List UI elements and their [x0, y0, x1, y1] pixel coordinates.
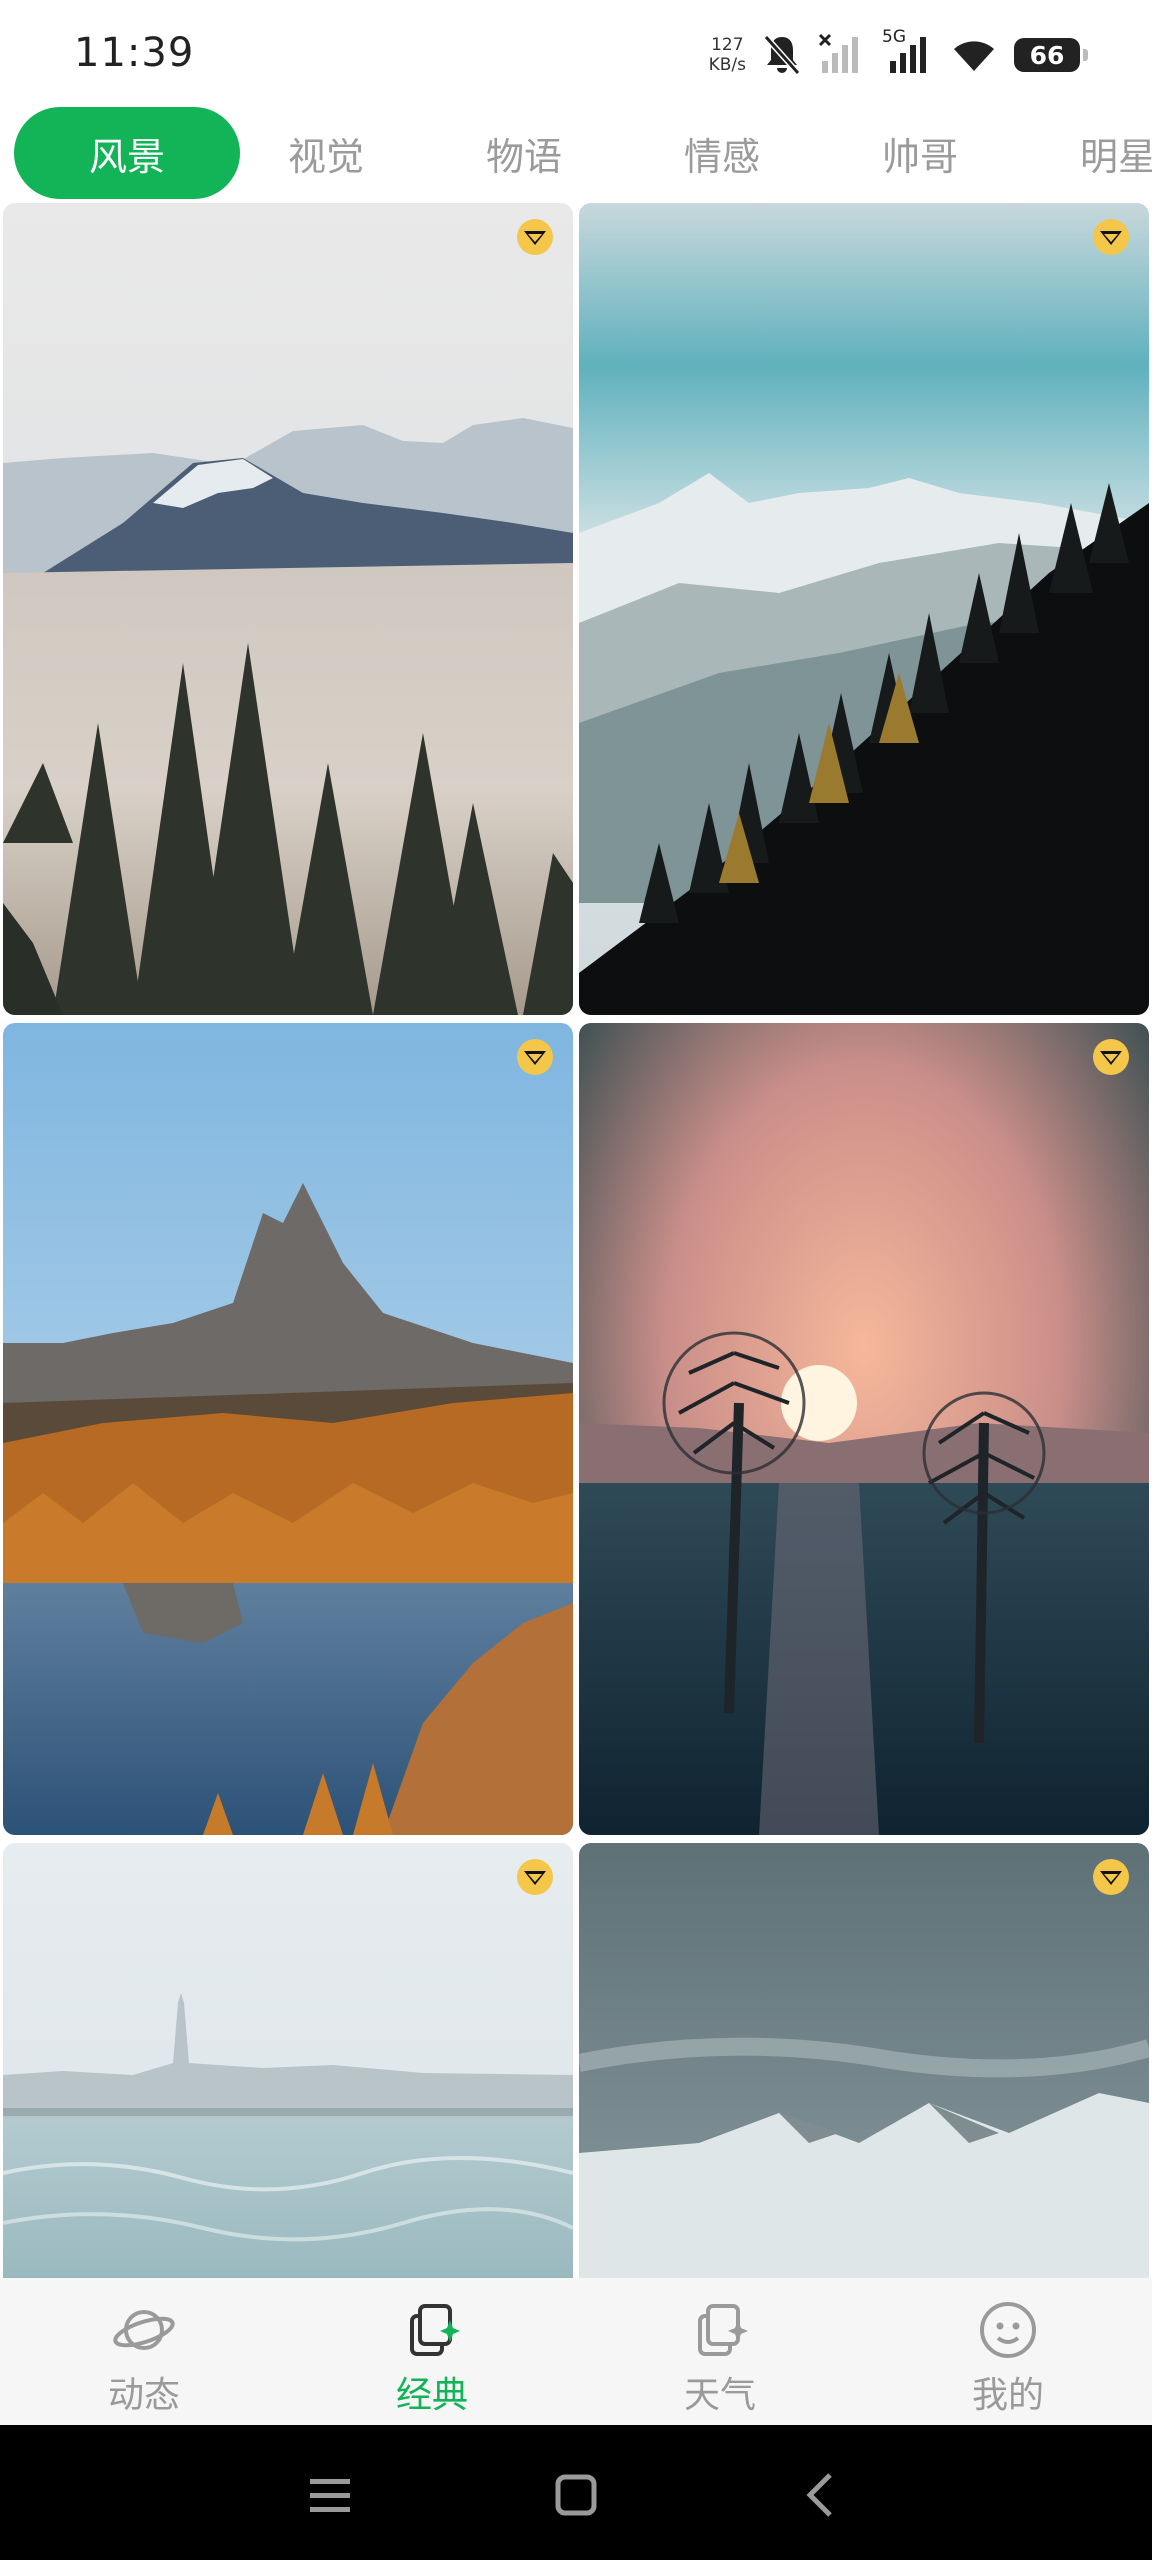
tab-emotion[interactable]: 情感	[642, 107, 802, 199]
home-icon[interactable]	[546, 2465, 606, 2525]
tab-celebrity[interactable]: 明星	[1056, 107, 1152, 199]
misty-coast-tower-image	[3, 1843, 573, 2278]
smiley-face-icon	[980, 2302, 1036, 2358]
signal-no-sim-icon	[818, 33, 858, 73]
wifi-icon	[954, 41, 994, 71]
cloudy-sky-snowpeaks-image	[579, 1843, 1149, 2278]
wallpaper-card[interactable]	[3, 1843, 573, 2278]
cards-sparkle-icon	[698, 2304, 748, 2356]
nav-label: 天气	[683, 2375, 756, 2416]
sunset-sea-trees-image	[579, 1023, 1149, 1835]
vip-diamond-icon	[517, 219, 553, 255]
back-icon[interactable]	[792, 2465, 852, 2525]
vip-diamond-icon	[517, 1039, 553, 1075]
nav-item-classic[interactable]: 经典	[288, 2278, 576, 2425]
category-tabs: 风景 视觉 物语 情感 帅哥 明星	[0, 105, 1152, 201]
menu-icon[interactable]	[300, 2465, 360, 2525]
net-speed-value: 127	[711, 35, 744, 55]
vip-diamond-icon	[1093, 219, 1129, 255]
nav-label: 经典	[395, 2375, 468, 2416]
nav-label: 动态	[107, 2375, 180, 2416]
signal-5g: 5G	[882, 27, 934, 77]
nav-item-weather[interactable]: 天气	[576, 2278, 864, 2425]
snowy-mountain-slope-image	[579, 203, 1149, 1015]
mountain-clouds-pines-image	[3, 203, 573, 1015]
tab-handsome[interactable]: 帅哥	[840, 107, 1000, 199]
status-bar: 11:39 127 KB/s 5G 66	[0, 0, 1152, 105]
wallpaper-card[interactable]	[3, 203, 573, 1015]
autumn-lake-peak-image	[3, 1023, 573, 1835]
vip-diamond-icon	[517, 1859, 553, 1895]
net-speed-unit: KB/s	[708, 55, 746, 75]
bottom-navigation: 动态 经典 天气 我的	[0, 2278, 1152, 2425]
system-navigation-bar	[0, 2425, 1152, 2560]
cards-sparkle-icon	[410, 2304, 460, 2356]
tab-landscape[interactable]: 风景	[14, 107, 240, 199]
app-screen: 11:39 127 KB/s 5G 66 风景 视觉 物语 情感 帅哥 明星 动…	[0, 0, 1152, 2560]
tab-story[interactable]: 物语	[444, 107, 604, 199]
nav-item-dynamic[interactable]: 动态	[0, 2278, 288, 2425]
wallpaper-grid	[0, 203, 1152, 2278]
signal-strength-icon	[890, 37, 926, 73]
battery-indicator: 66	[1014, 38, 1088, 72]
planet-icon	[113, 2310, 175, 2350]
nav-label: 我的	[971, 2375, 1044, 2416]
net-speed: 127 KB/s	[709, 35, 746, 75]
wallpaper-card[interactable]	[579, 1023, 1149, 1835]
status-time: 11:39	[74, 30, 195, 76]
vip-diamond-icon	[1093, 1859, 1129, 1895]
mute-bell-icon	[763, 35, 801, 75]
tab-visual[interactable]: 视觉	[246, 107, 406, 199]
nav-item-mine[interactable]: 我的	[864, 2278, 1152, 2425]
vip-diamond-icon	[1093, 1039, 1129, 1075]
status-icons: 127 KB/s 5G 66	[709, 27, 1088, 80]
wallpaper-card[interactable]	[3, 1023, 573, 1835]
wallpaper-card[interactable]	[579, 1843, 1149, 2278]
wallpaper-card[interactable]	[579, 203, 1149, 1015]
